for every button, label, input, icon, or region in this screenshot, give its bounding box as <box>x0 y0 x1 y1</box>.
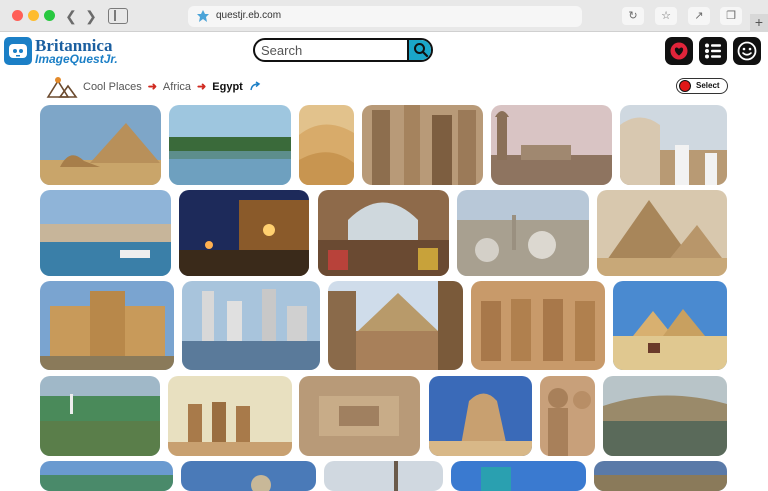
reload-icon[interactable]: ↻ <box>622 7 644 25</box>
image-tile-nile-with-sailboats[interactable] <box>40 376 160 456</box>
image-tile-mosque-and-city[interactable] <box>491 105 612 185</box>
breadcrumb: Cool Places ➜ Africa ➜ Egypt <box>83 80 261 93</box>
list-button[interactable] <box>699 37 727 65</box>
image-tile-sand-dunes[interactable] <box>299 105 354 185</box>
britannica-logo-icon[interactable] <box>4 37 32 65</box>
image-tile-pyramids-and-sphinx[interactable] <box>40 105 161 185</box>
image-tile-colossal-statues[interactable] <box>540 376 595 456</box>
image-tile-camel-and-boys[interactable] <box>620 105 727 185</box>
brand-product[interactable]: ImageQuestJr. <box>35 52 118 66</box>
minimize-window-button[interactable] <box>28 10 39 21</box>
image-tile-giza-pyramids[interactable] <box>597 190 727 276</box>
breadcrumb-arrow-icon: ➜ <box>197 81 207 93</box>
image-tile-citadel-fortress[interactable] <box>40 281 174 370</box>
share-icon[interactable]: ↗ <box>688 7 710 25</box>
browser-toolbar: ❮ ❯ questjr.eb.com ↻ ☆ ↗ ❐ <box>0 0 768 32</box>
image-tile-temple-ruins[interactable] <box>168 376 292 456</box>
sidebar-toggle-icon[interactable] <box>108 8 128 24</box>
chevron-left-icon[interactable]: ❮ <box>62 7 80 25</box>
url-text: questjr.eb.com <box>216 10 282 21</box>
image-tile-camel-rider-pyramids[interactable] <box>613 281 727 370</box>
search-box <box>253 38 433 62</box>
address-bar[interactable]: questjr.eb.com <box>188 6 582 27</box>
list-icon <box>705 43 721 59</box>
image-tile-pyramid-behind-buildings[interactable] <box>328 281 463 370</box>
profile-button[interactable] <box>733 37 761 65</box>
favorites-button[interactable] <box>665 37 693 65</box>
image-tile-row5-d[interactable] <box>451 461 586 491</box>
chevron-right-icon[interactable]: ❯ <box>82 7 100 25</box>
image-tile-row5-c[interactable] <box>324 461 443 491</box>
breadcrumb-africa[interactable]: Africa <box>163 81 191 93</box>
favorites-icon <box>670 42 688 60</box>
site-favicon-icon <box>197 10 209 22</box>
image-tile-river-with-palms[interactable] <box>169 105 291 185</box>
search-input[interactable] <box>261 42 409 59</box>
search-button[interactable] <box>407 40 431 60</box>
image-tile-temple-complex-aerial[interactable] <box>299 376 420 456</box>
breadcrumb-egypt: Egypt <box>212 80 243 93</box>
tabs-overview-icon[interactable]: ❐ <box>720 7 742 25</box>
image-tile-temple-columns-statues[interactable] <box>362 105 483 185</box>
image-tile-city-waterfront[interactable] <box>182 281 320 370</box>
image-tile-cairo-skyline-mosques[interactable] <box>457 190 589 276</box>
new-tab-icon[interactable]: + <box>750 14 768 32</box>
image-tile-abu-simbel-temple[interactable] <box>471 281 605 370</box>
breadcrumb-arrow-icon: ➜ <box>147 81 157 93</box>
breadcrumb-cool-places[interactable]: Cool Places <box>83 81 142 93</box>
pyramids-category-icon <box>46 77 78 98</box>
image-tile-nile-boat-cliffs[interactable] <box>603 376 727 456</box>
image-tile-row5-b[interactable] <box>181 461 316 491</box>
bookmark-star-icon[interactable]: ☆ <box>655 7 677 25</box>
image-tile-row5-e[interactable] <box>594 461 727 491</box>
share-link-icon[interactable] <box>249 80 261 93</box>
image-tile-street-at-night[interactable] <box>179 190 309 276</box>
select-label: Select <box>696 81 720 90</box>
select-indicator-icon <box>679 80 691 92</box>
image-tile-market-bazaar[interactable] <box>318 190 449 276</box>
zoom-window-button[interactable] <box>44 10 55 21</box>
profile-face-icon <box>737 41 757 61</box>
image-tile-sphinx-closeup[interactable] <box>429 376 532 456</box>
image-tile-row5-a[interactable] <box>40 461 173 491</box>
select-toggle-button[interactable]: Select <box>676 78 728 94</box>
search-icon <box>414 43 429 58</box>
image-tile-harbor-with-boats[interactable] <box>40 190 171 276</box>
close-window-button[interactable] <box>12 10 23 21</box>
